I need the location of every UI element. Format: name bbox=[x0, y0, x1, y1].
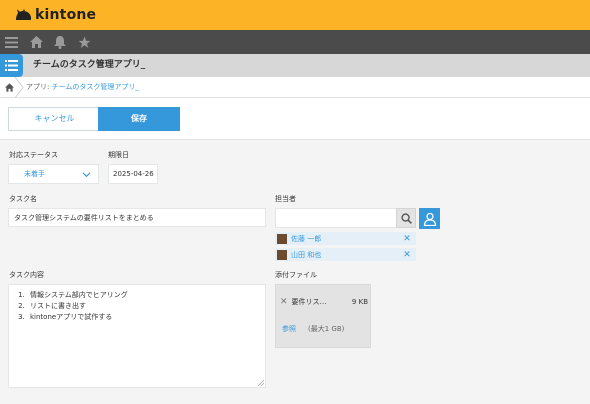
list-item: 情報システム部内でヒアリング bbox=[27, 290, 259, 301]
status-select[interactable]: 未着手 bbox=[8, 164, 99, 184]
breadcrumb-separator bbox=[14, 77, 24, 98]
kintone-logo[interactable]: kintone bbox=[15, 6, 96, 24]
menu-icon[interactable] bbox=[4, 35, 18, 49]
task-detail-label: タスク内容 bbox=[9, 271, 44, 279]
file-size: 9 KB bbox=[351, 298, 368, 306]
avatar bbox=[277, 233, 287, 244]
search-button[interactable] bbox=[396, 208, 416, 228]
search-icon bbox=[400, 212, 412, 224]
list-item: リストに書き出す bbox=[27, 301, 259, 312]
breadcrumb-path: アプリ: チームのタスク管理アプリ_ bbox=[26, 77, 139, 98]
user-icon bbox=[423, 212, 436, 226]
status-value: 未着手 bbox=[24, 170, 45, 178]
bell-icon[interactable] bbox=[53, 35, 67, 49]
due-date-label: 期限日 bbox=[108, 151, 129, 159]
remove-assignee-icon[interactable]: ✕ bbox=[402, 250, 412, 260]
home-icon[interactable] bbox=[29, 35, 43, 49]
avatar bbox=[277, 249, 287, 260]
assignee-item: 佐藤 一郎 ✕ bbox=[275, 232, 416, 245]
assignee-name[interactable]: 佐藤 一郎 bbox=[291, 234, 402, 244]
chevron-down-icon bbox=[82, 172, 91, 178]
task-detail-list: 情報システム部内でヒアリング リストに書き出す kintoneアプリで試作する bbox=[15, 290, 259, 323]
breadcrumb-app-link[interactable]: チームのタスク管理アプリ_ bbox=[52, 83, 139, 91]
status-label: 対応ステータス bbox=[9, 151, 58, 159]
app-title: チームのタスク管理アプリ_ bbox=[33, 60, 146, 70]
star-icon[interactable] bbox=[77, 35, 91, 49]
browse-link[interactable]: 参照 bbox=[282, 324, 296, 334]
cat-logo-icon bbox=[16, 9, 31, 20]
attachment-file: ✕ 要件リス… 9 KB bbox=[280, 295, 368, 309]
assignee-item: 山田 和也 ✕ bbox=[275, 248, 416, 261]
due-date-input[interactable]: 2025-04-26 bbox=[108, 164, 158, 184]
task-name-label: タスク名 bbox=[9, 195, 37, 203]
list-item: kintoneアプリで試作する bbox=[27, 312, 259, 323]
task-name-input[interactable]: タスク管理システムの要件リストをまとめる bbox=[8, 208, 266, 227]
assignee-name[interactable]: 山田 和也 bbox=[291, 250, 402, 260]
cancel-button[interactable]: キャンセル bbox=[8, 107, 101, 131]
assignee-search-input[interactable] bbox=[275, 208, 397, 228]
max-size-note: (最大1 GB) bbox=[308, 325, 345, 333]
user-select-button[interactable] bbox=[419, 208, 440, 229]
attachment-area bbox=[275, 284, 371, 348]
brand-name: kintone bbox=[35, 7, 97, 23]
remove-file-icon[interactable]: ✕ bbox=[280, 297, 288, 307]
remove-assignee-icon[interactable]: ✕ bbox=[402, 234, 412, 244]
attachment-label: 添付ファイル bbox=[275, 271, 317, 279]
breadcrumb-home-icon[interactable] bbox=[3, 81, 15, 93]
resize-grip-icon[interactable] bbox=[258, 380, 264, 386]
save-button[interactable]: 保存 bbox=[98, 107, 180, 131]
breadcrumb-prefix: アプリ: bbox=[26, 83, 52, 91]
assignee-label: 担当者 bbox=[275, 195, 296, 203]
file-name[interactable]: 要件リス… bbox=[292, 297, 352, 307]
task-detail-textarea[interactable]: 情報システム部内でヒアリング リストに書き出す kintoneアプリで試作する bbox=[8, 284, 266, 388]
app-list-icon[interactable] bbox=[0, 54, 23, 77]
